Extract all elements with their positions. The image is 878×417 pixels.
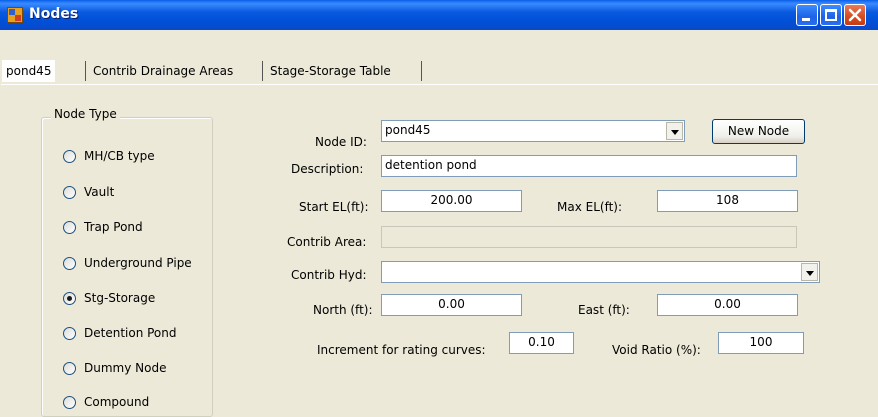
start-el-label: Start EL(ft): bbox=[299, 200, 369, 214]
node-id-dropdown[interactable]: pond45 bbox=[381, 120, 685, 142]
minimize-icon bbox=[802, 18, 810, 21]
radio-label: MH/CB type bbox=[84, 149, 155, 163]
contrib-area-field bbox=[381, 226, 797, 248]
east-label: East (ft): bbox=[578, 303, 630, 317]
radio-button[interactable] bbox=[63, 362, 76, 375]
title-bar[interactable]: Nodes bbox=[0, 0, 878, 30]
dropdown-arrow-button[interactable] bbox=[801, 263, 818, 281]
max-el-field[interactable]: 108 bbox=[657, 190, 798, 212]
contrib-area-label: Contrib Area: bbox=[287, 235, 367, 249]
chevron-down-icon bbox=[671, 130, 679, 135]
north-label: North (ft): bbox=[313, 303, 373, 317]
app-icon bbox=[7, 7, 23, 23]
radio-button-checked[interactable] bbox=[63, 292, 76, 305]
window-title: Nodes bbox=[29, 6, 79, 22]
increment-label: Increment for rating curves: bbox=[317, 343, 486, 357]
void-ratio-field[interactable]: 100 bbox=[718, 332, 804, 354]
dropdown-arrow-button[interactable] bbox=[666, 122, 683, 140]
radio-button[interactable] bbox=[63, 221, 76, 234]
radio-label: Underground Pipe bbox=[84, 256, 192, 270]
radio-label: Compound bbox=[84, 395, 150, 409]
radio-label: Vault bbox=[84, 185, 115, 199]
radio-label: Trap Pond bbox=[84, 220, 143, 234]
node-id-value: pond45 bbox=[385, 123, 431, 137]
north-field[interactable]: 0.00 bbox=[381, 294, 522, 316]
tab-separator bbox=[262, 61, 263, 81]
chevron-down-icon bbox=[806, 271, 814, 276]
tab-separator bbox=[85, 61, 86, 81]
contrib-hyd-label: Contrib Hyd: bbox=[291, 268, 367, 282]
radio-button[interactable] bbox=[63, 186, 76, 199]
radio-label: Stg-Storage bbox=[84, 291, 156, 305]
tab-pond45[interactable]: pond45 bbox=[2, 60, 56, 82]
radio-button[interactable] bbox=[63, 150, 76, 163]
max-el-label: Max EL(ft): bbox=[557, 200, 623, 214]
node-type-legend: Node Type bbox=[51, 107, 120, 121]
node-id-label: Node ID: bbox=[315, 135, 367, 149]
tab-strip: pond45 Contrib Drainage Areas Stage-Stor… bbox=[0, 30, 878, 85]
close-icon bbox=[848, 8, 862, 22]
east-field[interactable]: 0.00 bbox=[657, 294, 798, 316]
tab-contrib-drainage-areas[interactable]: Contrib Drainage Areas bbox=[89, 60, 237, 82]
start-el-field[interactable]: 200.00 bbox=[381, 190, 522, 212]
close-button[interactable] bbox=[844, 4, 866, 26]
tab-separator bbox=[421, 61, 422, 81]
radio-button[interactable] bbox=[63, 327, 76, 340]
contrib-hyd-dropdown[interactable] bbox=[381, 261, 820, 283]
radio-label: Detention Pond bbox=[84, 326, 177, 340]
description-field[interactable]: detention pond bbox=[381, 155, 797, 177]
increment-field[interactable]: 0.10 bbox=[509, 332, 574, 354]
tab-stage-storage-table[interactable]: Stage-Storage Table bbox=[266, 60, 395, 82]
radio-button[interactable] bbox=[63, 396, 76, 409]
description-label: Description: bbox=[291, 162, 364, 176]
new-node-button[interactable]: New Node bbox=[712, 119, 805, 144]
minimize-button[interactable] bbox=[796, 4, 818, 26]
maximize-icon bbox=[825, 9, 837, 21]
radio-label: Dummy Node bbox=[84, 361, 167, 375]
radio-button[interactable] bbox=[63, 257, 76, 270]
maximize-button[interactable] bbox=[820, 4, 842, 26]
void-ratio-label: Void Ratio (%): bbox=[612, 343, 701, 357]
